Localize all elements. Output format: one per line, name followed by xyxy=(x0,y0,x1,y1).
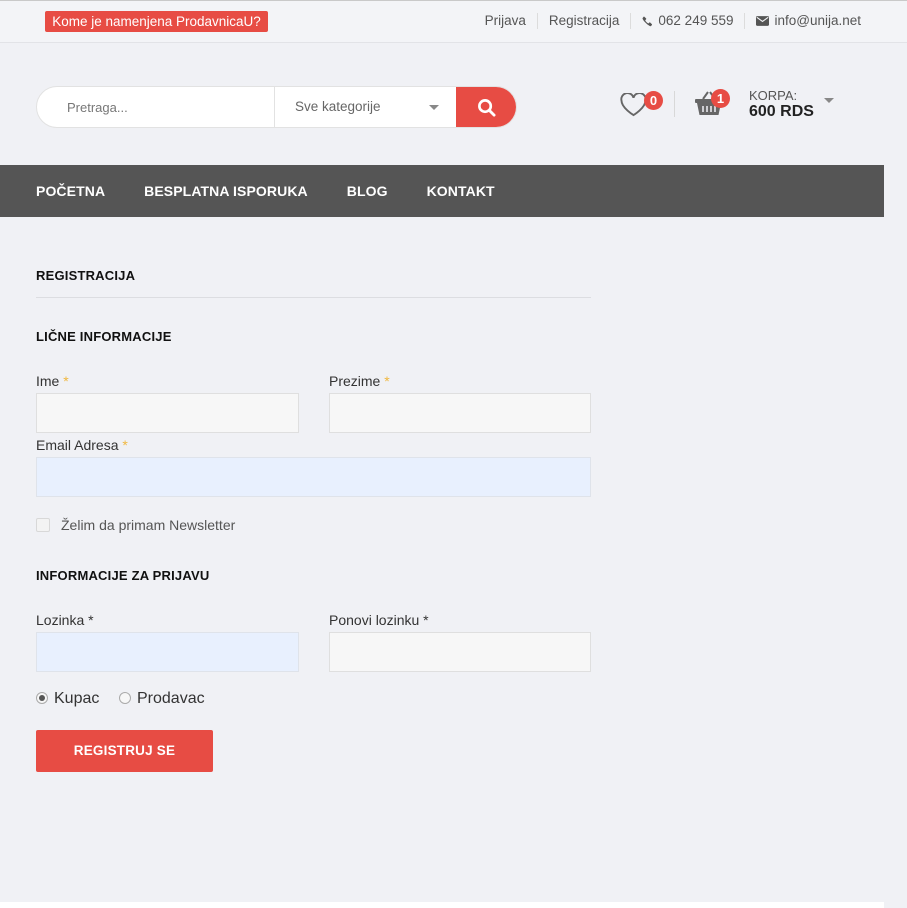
chevron-down-icon xyxy=(429,105,439,110)
email-field[interactable] xyxy=(36,457,591,497)
category-select[interactable]: Sve kategorije xyxy=(274,87,458,127)
promo-button[interactable]: Kome je namenjena ProdavnicaU? xyxy=(45,11,268,32)
header-divider xyxy=(674,91,675,117)
category-select-label: Sve kategorije xyxy=(295,99,381,114)
heart-icon xyxy=(620,93,647,117)
password-repeat-field[interactable] xyxy=(329,632,591,672)
role-seller-label[interactable]: Prodavac xyxy=(137,690,205,708)
role-seller-radio[interactable] xyxy=(119,692,131,704)
cart-label: KORPA: xyxy=(749,88,798,103)
footer-strip xyxy=(0,902,884,908)
email-label-text: Email Adresa xyxy=(36,437,119,453)
nav-item-home[interactable]: POČETNA xyxy=(36,165,105,217)
required-mark: * xyxy=(122,437,128,453)
personal-info-heading: LIČNE INFORMACIJE xyxy=(36,329,172,344)
cart-total: 600 RDS xyxy=(749,103,814,120)
role-buyer-radio[interactable] xyxy=(36,692,48,704)
first-name-label: Ime * xyxy=(36,373,69,389)
login-link-label: Prijava xyxy=(484,13,526,28)
login-info-heading: INFORMACIJE ZA PRIJAVU xyxy=(36,568,210,583)
last-name-field[interactable] xyxy=(329,393,591,433)
nav-item-contact[interactable]: KONTAKT xyxy=(427,165,495,217)
phone-link[interactable]: 062 249 559 xyxy=(630,13,744,29)
nav-item-blog[interactable]: BLOG xyxy=(347,165,388,217)
search-icon xyxy=(478,98,496,117)
register-link-label: Registracija xyxy=(548,13,620,28)
title-divider xyxy=(36,297,591,298)
cart-button[interactable]: 1 xyxy=(694,88,734,120)
last-name-label: Prezime * xyxy=(329,373,390,389)
top-links: Prijava Registracija 062 249 559 info@un… xyxy=(474,13,872,29)
required-mark: * xyxy=(63,373,69,389)
wishlist-count-badge: 0 xyxy=(644,91,663,110)
newsletter-checkbox[interactable] xyxy=(36,518,50,532)
search-button[interactable] xyxy=(456,87,516,127)
page-title: REGISTRACIJA xyxy=(36,268,136,283)
register-submit-button[interactable]: REGISTRUJ SE xyxy=(36,730,213,772)
register-link[interactable]: Registracija xyxy=(536,13,631,29)
wishlist-button[interactable]: 0 xyxy=(620,91,664,121)
cart-chevron-down-icon[interactable] xyxy=(824,98,834,103)
password-label: Lozinka * xyxy=(36,612,94,628)
top-bar: Kome je namenjena ProdavnicaU? Prijava R… xyxy=(0,1,907,43)
required-mark: * xyxy=(384,373,390,389)
password-repeat-label: Ponovi lozinku * xyxy=(329,612,429,628)
first-name-label-text: Ime xyxy=(36,373,60,389)
email-address: info@unija.net xyxy=(774,13,861,28)
last-name-label-text: Prezime xyxy=(329,373,381,389)
phone-number: 062 249 559 xyxy=(658,13,734,28)
main-nav: POČETNA BESPLATNA ISPORUKA BLOG KONTAKT xyxy=(0,165,884,217)
role-buyer-label[interactable]: Kupac xyxy=(54,690,99,708)
search-bar: Sve kategorije xyxy=(36,86,517,128)
phone-icon xyxy=(642,16,653,26)
login-link[interactable]: Prijava xyxy=(474,13,537,29)
envelope-icon xyxy=(756,16,770,26)
email-link[interactable]: info@unija.net xyxy=(744,13,872,29)
first-name-field[interactable] xyxy=(36,393,299,433)
newsletter-label[interactable]: Želim da primam Newsletter xyxy=(61,517,235,533)
cart-count-badge: 1 xyxy=(711,89,730,108)
password-field[interactable] xyxy=(36,632,299,672)
email-label: Email Adresa * xyxy=(36,437,128,453)
nav-item-free-shipping[interactable]: BESPLATNA ISPORUKA xyxy=(144,165,308,217)
cart-summary[interactable]: KORPA: 600 RDS xyxy=(749,89,814,121)
search-input[interactable] xyxy=(37,87,274,127)
